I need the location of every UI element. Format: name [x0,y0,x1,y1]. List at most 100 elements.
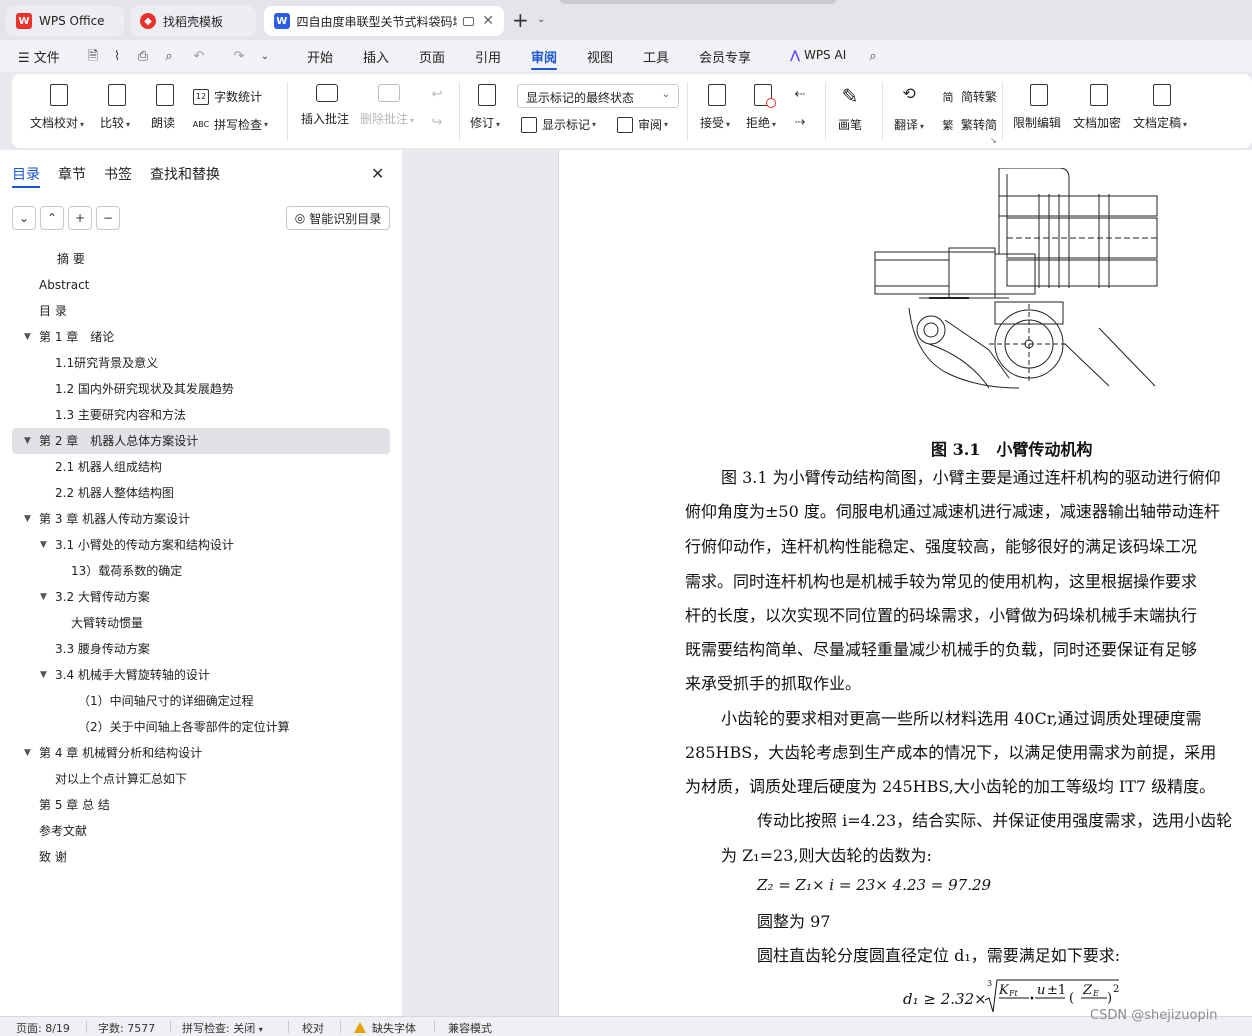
ribbon-divider [687,82,688,140]
toc-item[interactable]: ▼ 第 3 章 机器人传动方案设计 [12,506,390,532]
toc-item[interactable]: ▼ 第 4 章 机械臂分析和结构设计 [12,740,390,766]
toc-item[interactable]: 目 录 [12,298,390,324]
menu-review[interactable]: 审阅 [531,47,557,66]
undo-icon[interactable]: ↶ [192,50,206,64]
markup-state-select[interactable]: 显示标记的最终状态 ⌄ [517,84,679,108]
save-icon[interactable]: 🗎 [86,50,100,64]
expand-arrow-icon[interactable]: ▼ [40,662,47,688]
toc-item[interactable]: 2.1 机器人组成结构 [12,454,390,480]
menu-page[interactable]: 页面 [419,47,445,66]
tab-document[interactable]: W 四自由度串联型关节式料袋码垛 ✕ [264,6,504,36]
review-pane-button[interactable]: 审阅 ▾ [617,116,668,133]
simplified-to-traditional-button[interactable]: 简 简转繁 [940,88,998,105]
compare-button[interactable]: 比较 ▾ [100,84,130,131]
toc-item[interactable]: 参考文献 [12,818,390,844]
nav-tab-toc[interactable]: 目录 [12,164,40,184]
read-aloud-button[interactable]: 朗读 [151,84,175,131]
print-preview-icon[interactable]: ⌕ [162,50,176,64]
toc-item[interactable]: 致 谢 [12,844,390,870]
nav-tab-bookmarks[interactable]: 书签 [104,164,132,184]
toc-item[interactable]: ▼ 第 2 章 机器人总体方案设计 [12,428,390,454]
add-heading-button[interactable]: + [68,206,92,230]
missing-font-status[interactable]: 缺失字体 [354,1020,416,1036]
toc-item[interactable]: ▼ 3.1 小臂处的传动方案和结构设计 [12,532,390,558]
toc-item[interactable]: ▼ 3.2 大臂传动方案 [12,584,390,610]
accept-button[interactable]: 接受 ▾ [700,84,730,131]
menu-start[interactable]: 开始 [307,47,333,66]
spell-check-button[interactable]: ABC 拼写检查 ▾ [193,116,268,133]
file-menu[interactable]: ☰ 文件 [18,47,60,66]
page-indicator[interactable]: 页面: 8/19 [16,1020,70,1036]
toc-item[interactable]: 3.3 腰身传动方案 [12,636,390,662]
restrict-edit-button[interactable]: 限制编辑 [1013,84,1061,131]
quick-access-chevron-icon[interactable]: ⌄ [258,50,272,64]
menu-member[interactable]: 会员专享 [699,47,751,66]
toc-item[interactable]: 1.2 国内外研究现状及其发展趋势 [12,376,390,402]
expand-arrow-icon[interactable]: ▼ [40,532,47,558]
expand-group-icon[interactable]: ↘ [990,136,997,145]
spell-check-status[interactable]: 拼写检查: 关闭 ▾ [182,1020,263,1036]
toc-item[interactable]: 13）载荷系数的确定 [12,558,390,584]
track-changes-button[interactable]: 修订 ▾ [470,84,500,131]
expand-arrow-icon[interactable]: ▼ [24,506,31,532]
translate-button[interactable]: ⟲ 翻译 ▾ [894,84,924,133]
toc-item[interactable]: 大臂转动惯量 [12,610,390,636]
toc-item[interactable]: 对以上个点计算汇总如下 [12,766,390,792]
encrypt-button[interactable]: 文档加密 [1073,84,1121,131]
new-tab-button[interactable]: + [512,8,529,32]
toc-item[interactable]: ▼ 3.4 机械手大臂旋转轴的设计 [12,662,390,688]
close-tab-icon[interactable]: ✕ [482,13,494,29]
toc-item[interactable]: （1）中间轴尺寸的详细确定过程 [12,688,390,714]
expand-arrow-icon[interactable]: ▼ [24,740,31,766]
close-pane-icon[interactable]: ✕ [371,164,384,183]
toc-item[interactable]: 1.3 主要研究内容和方法 [12,402,390,428]
finalize-button[interactable]: 文档定稿 ▾ [1133,84,1187,131]
toc-item[interactable]: 1.1研究背景及意义 [12,350,390,376]
pen-button[interactable]: ✎ 画笔 [838,84,862,133]
next-comment-icon[interactable]: ↪ [430,116,444,130]
proof-status[interactable]: 校对 [302,1020,324,1036]
reject-button[interactable]: 拒绝 ▾ [746,84,776,131]
tab-wps-office[interactable]: W WPS Office [6,6,124,36]
navigation-pane: 目录 章节 书签 查找和替换 ✕ ⌄ ⌃ + − ◎ 智能识别目录 摘 要 Abs… [0,150,402,1016]
remove-heading-button[interactable]: − [96,206,120,230]
paragraph-line: 图 3.1 为小臂传动结构简图，小臂主要是通过连杆机构的驱动进行俯仰 [721,468,1221,487]
toc-item[interactable]: ▼ 第 1 章 绪论 [12,324,390,350]
previous-change-icon[interactable]: ⇠ [793,88,807,102]
tab-template[interactable]: ◆ 找稻壳模板 [130,6,256,36]
nav-tab-sections[interactable]: 章节 [58,164,86,184]
delete-comment-button[interactable]: 删除批注 ▾ [360,84,414,127]
smart-toc-button[interactable]: ◎ 智能识别目录 [286,206,390,230]
wps-ai-button[interactable]: ⋀ WPS AI [790,48,846,62]
toc-item[interactable]: 摘 要 [12,246,390,272]
show-markup-button[interactable]: 显示标记 ▾ [521,116,596,133]
nav-tab-find-replace[interactable]: 查找和替换 [150,164,220,184]
expand-arrow-icon[interactable]: ▼ [24,428,31,454]
expand-up-button[interactable]: ⌃ [40,206,64,230]
menu-view[interactable]: 视图 [587,47,613,66]
toc-item[interactable]: （2）关于中间轴上各零部件的定位计算 [12,714,390,740]
search-icon[interactable]: ⌕ [866,50,880,64]
toc-item[interactable]: 第 5 章 总 结 [12,792,390,818]
menu-references[interactable]: 引用 [475,47,501,66]
menu-tools[interactable]: 工具 [643,47,669,66]
collapse-all-button[interactable]: ⌄ [12,206,36,230]
menu-insert[interactable]: 插入 [363,47,389,66]
next-change-icon[interactable]: ⇢ [793,116,807,130]
previous-comment-icon[interactable]: ↩ [430,88,444,102]
format-painter-icon[interactable]: ⌇ [110,50,124,64]
toc-item[interactable]: Abstract [12,272,390,298]
insert-comment-button[interactable]: 插入批注 [301,84,349,127]
print-icon[interactable]: ⎙ [136,50,150,64]
expand-arrow-icon[interactable]: ▼ [40,584,47,610]
chevron-down-icon: ▾ [258,1025,263,1034]
traditional-to-simplified-button[interactable]: 繁 繁转简 [940,116,998,133]
tab-list-chevron-icon[interactable]: ⌄ [537,14,545,25]
expand-arrow-icon[interactable]: ▼ [24,324,31,350]
word-count-button[interactable]: 12 字数统计 [193,88,262,105]
monitor-icon[interactable] [462,16,475,26]
doc-check-button[interactable]: 文档校对 ▾ [30,84,84,131]
toc-item[interactable]: 2.2 机器人整体结构图 [12,480,390,506]
redo-icon[interactable]: ↷ [232,50,246,64]
word-count-status[interactable]: 字数: 7577 [98,1020,155,1036]
